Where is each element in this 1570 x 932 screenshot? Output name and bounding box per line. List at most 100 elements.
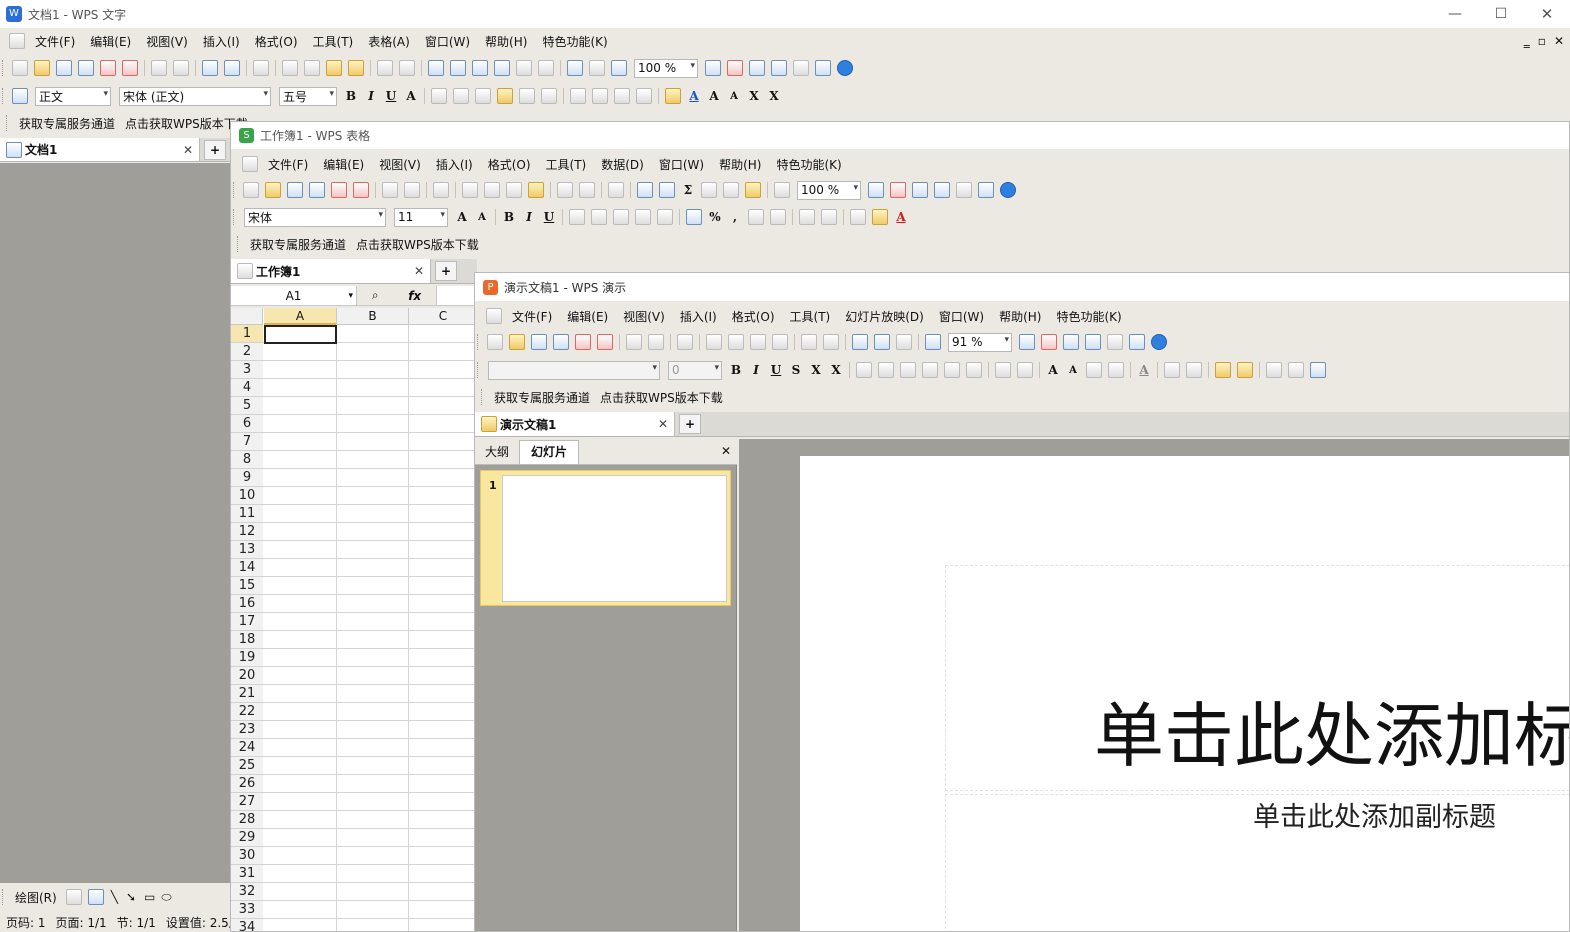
present-format-painter-icon[interactable]	[772, 334, 788, 350]
help-icon[interactable]	[837, 60, 853, 76]
row-header[interactable]: 7	[231, 433, 263, 451]
sheet-open-icon[interactable]	[265, 182, 281, 198]
marks-icon[interactable]	[589, 60, 605, 76]
present-promo-service-link[interactable]: 获取专属服务通道	[494, 389, 590, 406]
sheet-spellcheck-icon[interactable]	[890, 182, 906, 198]
present-bullets-icon[interactable]	[1017, 362, 1033, 378]
present-new-slide-icon[interactable]	[1266, 362, 1282, 378]
draw-menu[interactable]: 绘图(R)	[15, 889, 57, 906]
sheet-export-icon[interactable]	[353, 182, 369, 198]
copy-icon[interactable]	[282, 60, 298, 76]
sheet-undo-icon[interactable]	[557, 182, 573, 198]
sheet-copy-icon[interactable]	[462, 182, 478, 198]
sheet-italic-icon[interactable]: I	[519, 210, 539, 224]
column-header-c[interactable]: C	[408, 308, 477, 325]
row-header[interactable]: 10	[231, 487, 263, 505]
menu-help[interactable]: 帮助(H)	[485, 33, 527, 50]
row-header[interactable]: 9	[231, 469, 263, 487]
sheet-new-tab-button[interactable]: +	[435, 261, 457, 281]
present-undo-icon[interactable]	[801, 334, 817, 350]
table-icon[interactable]	[428, 60, 444, 76]
present-menu-window[interactable]: 窗口(W)	[939, 308, 984, 325]
sheet-menu-data[interactable]: 数据(D)	[601, 156, 644, 173]
menu-view[interactable]: 视图(V)	[146, 33, 188, 50]
column-header-a[interactable]: A	[264, 308, 336, 325]
row-header[interactable]: 14	[231, 559, 263, 577]
present-menu-view[interactable]: 视图(V)	[623, 308, 665, 325]
present-find-icon[interactable]	[1019, 334, 1035, 350]
present-share-icon[interactable]	[1063, 334, 1079, 350]
sheet-menu-edit[interactable]: 编辑(E)	[323, 156, 364, 173]
sheet-align-right-icon[interactable]	[613, 209, 629, 225]
row-header[interactable]: 15	[231, 577, 263, 595]
pane-close-icon[interactable]: ✕	[715, 440, 737, 464]
frame-icon[interactable]	[611, 60, 627, 76]
style-icon[interactable]	[12, 88, 28, 104]
row-header[interactable]: 24	[231, 739, 263, 757]
row-header[interactable]: 12	[231, 523, 263, 541]
line-spacing-icon[interactable]	[541, 88, 557, 104]
promo-service-link[interactable]: 获取专属服务通道	[19, 115, 115, 132]
save-as-icon[interactable]	[78, 60, 94, 76]
formula-icon[interactable]	[450, 60, 466, 76]
sheet-size-select[interactable]: 11	[394, 207, 448, 227]
row-header[interactable]: 29	[231, 829, 263, 847]
doc-map-icon[interactable]	[567, 60, 583, 76]
sheet-shirt-icon[interactable]	[956, 182, 972, 198]
row-header[interactable]: 28	[231, 811, 263, 829]
decrease-decimal-icon[interactable]	[770, 209, 786, 225]
present-zoom-select[interactable]: 91 %	[948, 332, 1012, 352]
style-select[interactable]: 正文	[35, 86, 111, 106]
line-icon[interactable]: ╲	[111, 890, 118, 904]
present-refresh-icon[interactable]	[1310, 362, 1326, 378]
doc-close-icon[interactable]: ✕	[1554, 34, 1564, 48]
minimize-button[interactable]: —	[1432, 6, 1478, 22]
menu-table[interactable]: 表格(A)	[368, 33, 410, 50]
present-menu-insert[interactable]: 插入(I)	[680, 308, 717, 325]
row-header[interactable]: 34	[231, 919, 263, 931]
sheet-bold-icon[interactable]: B	[499, 210, 519, 224]
present-paste-icon[interactable]	[750, 334, 766, 350]
chat-icon[interactable]	[815, 60, 831, 76]
present-export-icon[interactable]	[597, 334, 613, 350]
italic-icon[interactable]: I	[361, 89, 381, 103]
row-header[interactable]: 6	[231, 415, 263, 433]
present-slide-table-icon[interactable]	[1288, 362, 1304, 378]
bullets-icon[interactable]	[592, 88, 608, 104]
present-spellcheck-icon[interactable]	[1041, 334, 1057, 350]
sheet-menu-window[interactable]: 窗口(W)	[659, 156, 704, 173]
print-preview-icon[interactable]	[173, 60, 189, 76]
sheet-format-painter-icon[interactable]	[528, 182, 544, 198]
new-icon[interactable]	[12, 60, 28, 76]
align-right-icon[interactable]	[475, 88, 491, 104]
align-left-icon[interactable]	[431, 88, 447, 104]
present-italic-icon[interactable]: I	[746, 363, 766, 377]
bold-icon[interactable]: B	[341, 89, 361, 103]
sheet-promo-download-link[interactable]: 点击获取WPS版本下载	[356, 236, 479, 253]
sheet-menu-tools[interactable]: 工具(T)	[546, 156, 587, 173]
slide-canvas[interactable]: 单击此处添加标 单击此处添加副标题	[800, 456, 1569, 931]
sheet-find-icon[interactable]	[868, 182, 884, 198]
sheet-underline-icon[interactable]: U	[539, 210, 559, 224]
indent-icon[interactable]	[636, 88, 652, 104]
present-new-icon[interactable]	[487, 334, 503, 350]
menu-format[interactable]: 格式(O)	[255, 33, 298, 50]
present-align-center-icon[interactable]	[878, 362, 894, 378]
title-placeholder[interactable]: 单击此处添加标	[1094, 696, 1569, 776]
present-design-icon[interactable]	[1215, 362, 1231, 378]
present-superscript-icon[interactable]: X	[806, 363, 826, 377]
sheet-print-icon[interactable]	[382, 182, 398, 198]
present-table-icon[interactable]	[874, 334, 890, 350]
subtitle-placeholder[interactable]: 单击此处添加副标题	[1253, 801, 1496, 835]
present-template-icon[interactable]	[1085, 334, 1101, 350]
writer-zoom-select[interactable]: 100 %	[634, 58, 698, 78]
row-header[interactable]: 3	[231, 361, 263, 379]
sheet-menu-help[interactable]: 帮助(H)	[719, 156, 761, 173]
present-tab-close-icon[interactable]: ✕	[658, 417, 668, 431]
present-align-left-icon[interactable]	[856, 362, 872, 378]
slides-tab[interactable]: 幻灯片	[519, 440, 580, 464]
name-box[interactable]: A1 ▾	[231, 286, 357, 305]
autosum-icon[interactable]: Σ	[678, 183, 698, 197]
present-font-color-icon[interactable]: A	[1134, 363, 1154, 377]
row-header[interactable]: 22	[231, 703, 263, 721]
